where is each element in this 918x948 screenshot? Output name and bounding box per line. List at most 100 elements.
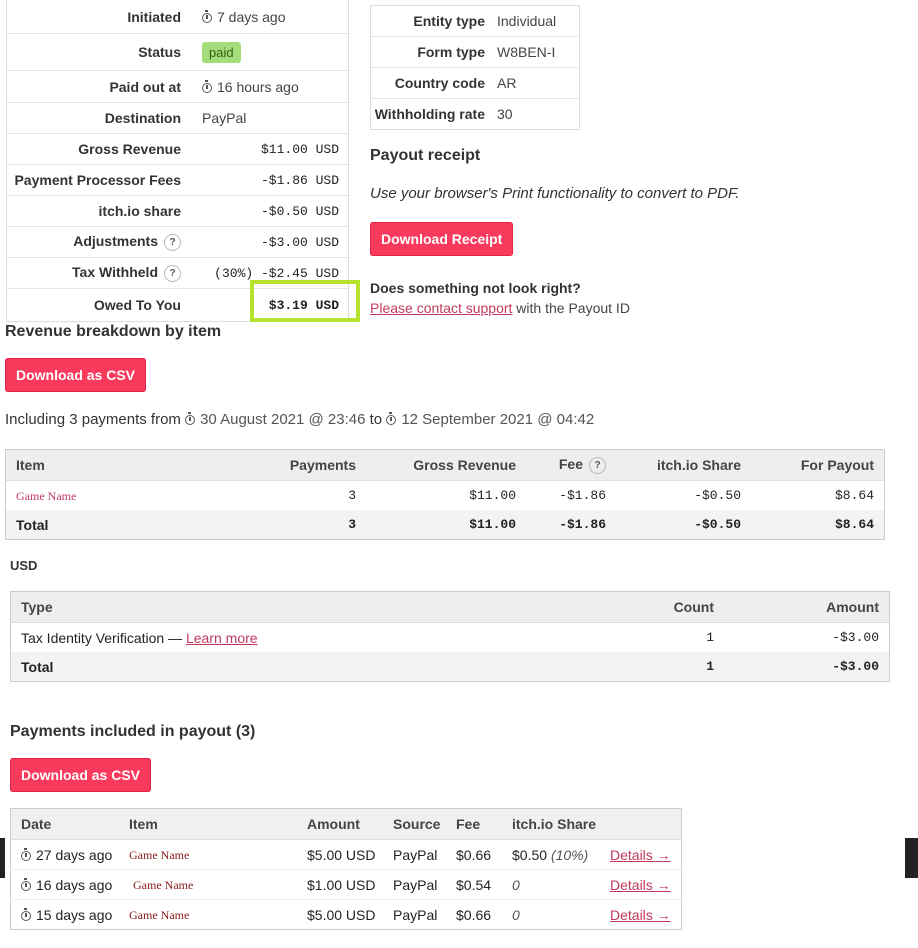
- share-label: itch.io share: [98, 203, 181, 219]
- cell-share: -$0.50: [694, 488, 741, 503]
- owed-label: Owed To You: [93, 297, 181, 313]
- col-item: Item: [119, 808, 297, 840]
- details-link[interactable]: Details →: [610, 877, 671, 893]
- col-payments: Payments: [226, 449, 366, 481]
- timer-icon: [21, 877, 31, 891]
- total-label: Total: [5, 510, 226, 540]
- col-fee: Fee: [558, 456, 583, 472]
- summary-row-share: itch.io share -$0.50 USD: [7, 195, 348, 226]
- table-row: 16 days ago Game Name $1.00 USD PayPal $…: [10, 869, 682, 900]
- col-share: itch.io Share: [502, 808, 600, 840]
- col-details: [600, 808, 682, 840]
- col-fee: Fee: [446, 808, 502, 840]
- fees-value: -$1.86 USD: [260, 172, 339, 188]
- including-prefix: Including 3 payments from: [5, 411, 181, 428]
- col-count: Count: [584, 591, 724, 623]
- payment-fee: $0.54: [446, 869, 502, 900]
- payments-table: Date Item Amount Source Fee itch.io Shar…: [10, 808, 682, 930]
- revenue-title: Revenue breakdown by item: [5, 323, 222, 340]
- entity-label: Withholding rate: [374, 106, 485, 122]
- download-receipt-button[interactable]: Download Receipt: [370, 222, 514, 256]
- payments-range: Including 3 payments from 30 August 2021…: [5, 411, 594, 428]
- cell-payments: 3: [348, 488, 356, 503]
- left-edge-artifact: [0, 838, 5, 878]
- total-fee: -$1.86: [526, 510, 616, 540]
- receipt-title: Payout receipt: [370, 147, 481, 164]
- entity-label: Form type: [417, 44, 485, 60]
- timer-icon: [202, 9, 212, 23]
- adjustments-value: -$3.00 USD: [260, 234, 339, 250]
- adjustments-table: Type Count Amount Tax Identity Verificat…: [10, 591, 890, 682]
- help-icon[interactable]: ?: [589, 457, 606, 474]
- learn-more-link[interactable]: Learn more: [186, 630, 258, 646]
- help-icon[interactable]: ?: [164, 265, 181, 282]
- adjust-total-count: 1: [584, 652, 724, 682]
- timer-icon: [21, 907, 31, 921]
- details-link[interactable]: Details →: [610, 907, 671, 923]
- right-edge-artifact: [905, 838, 918, 878]
- total-gross: $11.00: [366, 510, 526, 540]
- revenue-header-row: Item Payments Gross Revenue Fee? itch.io…: [5, 449, 885, 481]
- destination-value: PayPal: [202, 110, 247, 126]
- entity-label: Entity type: [413, 13, 485, 29]
- help-icon[interactable]: ?: [164, 234, 181, 251]
- col-share: itch.io Share: [616, 449, 751, 481]
- destination-label: Destination: [104, 110, 181, 126]
- status-badge: paid: [202, 41, 241, 63]
- payment-source: PayPal: [383, 899, 446, 930]
- entity-table: Entity type Individual Form type W8BEN-I…: [370, 5, 580, 130]
- payment-fee: $0.66: [446, 839, 502, 870]
- col-source: Source: [383, 808, 446, 840]
- payment-source: PayPal: [383, 869, 446, 900]
- col-item: Item: [5, 449, 226, 481]
- payment-date: 16 days ago: [36, 876, 113, 893]
- revenue-csv-button[interactable]: Download as CSV: [5, 358, 147, 392]
- paid-out-label: Paid out at: [109, 78, 181, 95]
- contact-suffix: with the Payout ID: [512, 300, 630, 316]
- timer-icon: [21, 847, 31, 861]
- payments-csv-button[interactable]: Download as CSV: [10, 758, 152, 792]
- summary-row-initiated: Initiated 7 days ago: [7, 0, 348, 33]
- summary-row-fees: Payment Processor Fees -$1.86 USD: [7, 164, 348, 195]
- contact-support-link[interactable]: Please contact support: [370, 300, 512, 316]
- initiated-value: 7 days ago: [217, 8, 286, 25]
- payment-item[interactable]: Game Name: [129, 908, 189, 922]
- tax-value: (30%) -$2.45 USD: [214, 265, 339, 281]
- col-payout: For Payout: [751, 449, 885, 481]
- to-word: to: [369, 411, 383, 428]
- item-link[interactable]: Game Name: [16, 489, 76, 503]
- currency-heading: USD: [10, 558, 38, 573]
- table-total-row: Total 3 $11.00 -$1.86 -$0.50 $8.64: [5, 510, 885, 540]
- adjust-total-amount: -$3.00: [724, 652, 890, 682]
- table-row: Game Name 3 $11.00 -$1.86 -$0.50 $8.64: [6, 481, 885, 511]
- entity-label: Country code: [394, 75, 485, 91]
- details-link[interactable]: Details →: [610, 847, 671, 863]
- receipt-note: Use your browser's Print functionality t…: [370, 185, 740, 202]
- timer-icon: [185, 412, 196, 425]
- fees-label: Payment Processor Fees: [14, 172, 181, 188]
- cell-payout: $8.64: [834, 488, 874, 503]
- adjustment-amount: -$3.00: [832, 630, 879, 645]
- col-gross: Gross Revenue: [366, 449, 526, 481]
- col-amount: Amount: [297, 808, 383, 840]
- total-share: -$0.50: [616, 510, 751, 540]
- support-question: Does something not look right?: [370, 280, 581, 296]
- gross-label: Gross Revenue: [78, 141, 181, 157]
- payment-item[interactable]: Game Name: [129, 848, 189, 862]
- col-type: Type: [10, 591, 584, 623]
- payment-amount: $5.00 USD: [297, 899, 383, 930]
- payment-source: PayPal: [383, 839, 446, 870]
- payment-amount: $1.00 USD: [297, 869, 383, 900]
- adjust-total-label: Total: [10, 652, 584, 682]
- entity-row: Withholding rate 30: [371, 98, 579, 129]
- entity-value: AR: [497, 75, 517, 91]
- cell-gross: $11.00: [469, 488, 516, 503]
- table-row: 27 days ago Game Name $5.00 USD PayPal $…: [10, 839, 682, 870]
- adjustment-type: Tax Identity Verification —: [21, 629, 186, 646]
- timer-icon: [386, 412, 397, 425]
- to-date: 12 September 2021 @ 04:42: [401, 411, 595, 428]
- payment-item[interactable]: Game Name: [133, 878, 193, 892]
- payment-date: 15 days ago: [36, 906, 113, 923]
- initiated-label: Initiated: [127, 8, 181, 25]
- entity-row: Entity type Individual: [371, 6, 579, 36]
